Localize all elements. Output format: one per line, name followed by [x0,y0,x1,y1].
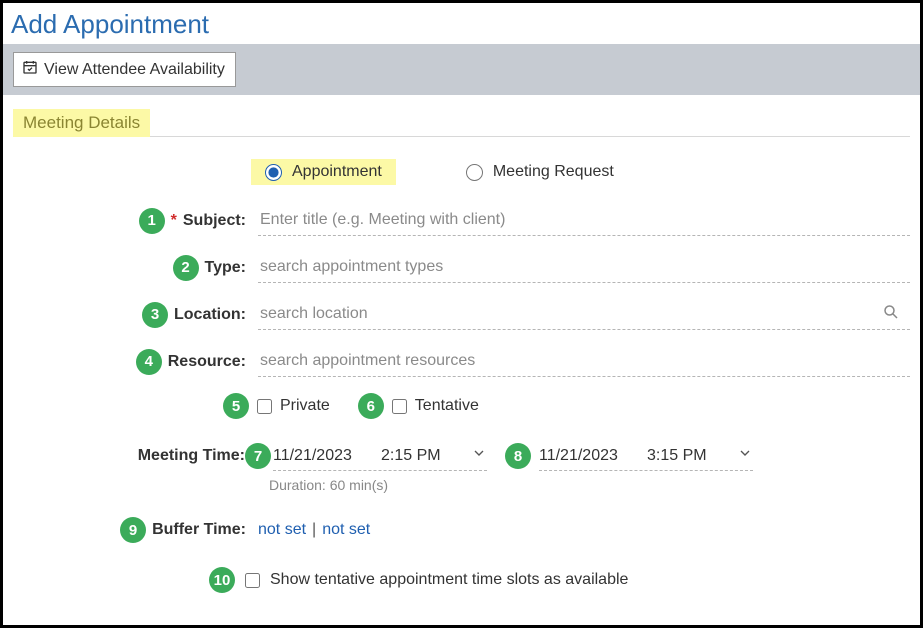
label-location: Location: [174,306,246,324]
end-datetime-picker[interactable]: 11/21/2023 3:15 PM [539,441,753,471]
page-title: Add Appointment [3,3,920,44]
label-meeting-time: Meeting Time: [13,447,245,465]
callout-badge-5: 5 [223,393,249,419]
callout-badge-10: 10 [209,567,235,593]
label-buffer-time: Buffer Time: [152,521,246,539]
buffer-before-link[interactable]: not set [258,521,306,539]
callout-badge-1: 1 [139,208,165,234]
chevron-down-icon [471,445,487,466]
label-resource: Resource: [168,353,246,371]
radio-label: Meeting Request [493,163,614,181]
button-label: View Attendee Availability [44,61,225,79]
radio-meeting-request-input[interactable] [466,164,483,181]
buffer-after-link[interactable]: not set [322,521,370,539]
callout-badge-3: 3 [142,302,168,328]
tentative-checkbox[interactable] [392,399,407,414]
label-private: Private [280,397,330,415]
radio-appointment[interactable]: Appointment [251,159,396,185]
start-datetime-picker[interactable]: 11/21/2023 2:15 PM [273,441,487,471]
end-time: 3:15 PM [647,447,737,465]
radio-meeting-request[interactable]: Meeting Request [452,159,628,185]
label-show-tentative: Show tentative appointment time slots as… [270,571,628,589]
calendar-check-icon [22,59,38,80]
callout-badge-6: 6 [358,393,384,419]
type-input[interactable] [258,252,910,283]
section-title-meeting-details: Meeting Details [13,109,150,137]
radio-label: Appointment [292,163,382,181]
show-tentative-checkbox[interactable] [245,573,260,588]
chevron-down-icon [737,445,753,466]
callout-badge-7: 7 [245,443,271,469]
location-input[interactable] [258,299,910,330]
callout-badge-9: 9 [120,517,146,543]
duration-label: Duration: 60 min(s) [269,477,910,493]
resource-input[interactable] [258,346,910,377]
private-checkbox[interactable] [257,399,272,414]
radio-appointment-input[interactable] [265,164,282,181]
callout-badge-4: 4 [136,349,162,375]
subject-input[interactable] [258,205,910,236]
view-attendee-availability-button[interactable]: View Attendee Availability [13,52,236,87]
callout-badge-8: 8 [505,443,531,469]
start-time: 2:15 PM [381,447,471,465]
buffer-divider: | [312,521,316,539]
label-subject: Subject: [183,212,246,230]
label-tentative: Tentative [415,397,479,415]
callout-badge-2: 2 [173,255,199,281]
toolbar: View Attendee Availability [3,44,920,95]
start-date: 11/21/2023 [273,447,381,465]
required-marker: * [171,212,177,230]
end-date: 11/21/2023 [539,447,647,465]
search-icon[interactable] [882,303,900,326]
label-type: Type: [205,259,246,277]
